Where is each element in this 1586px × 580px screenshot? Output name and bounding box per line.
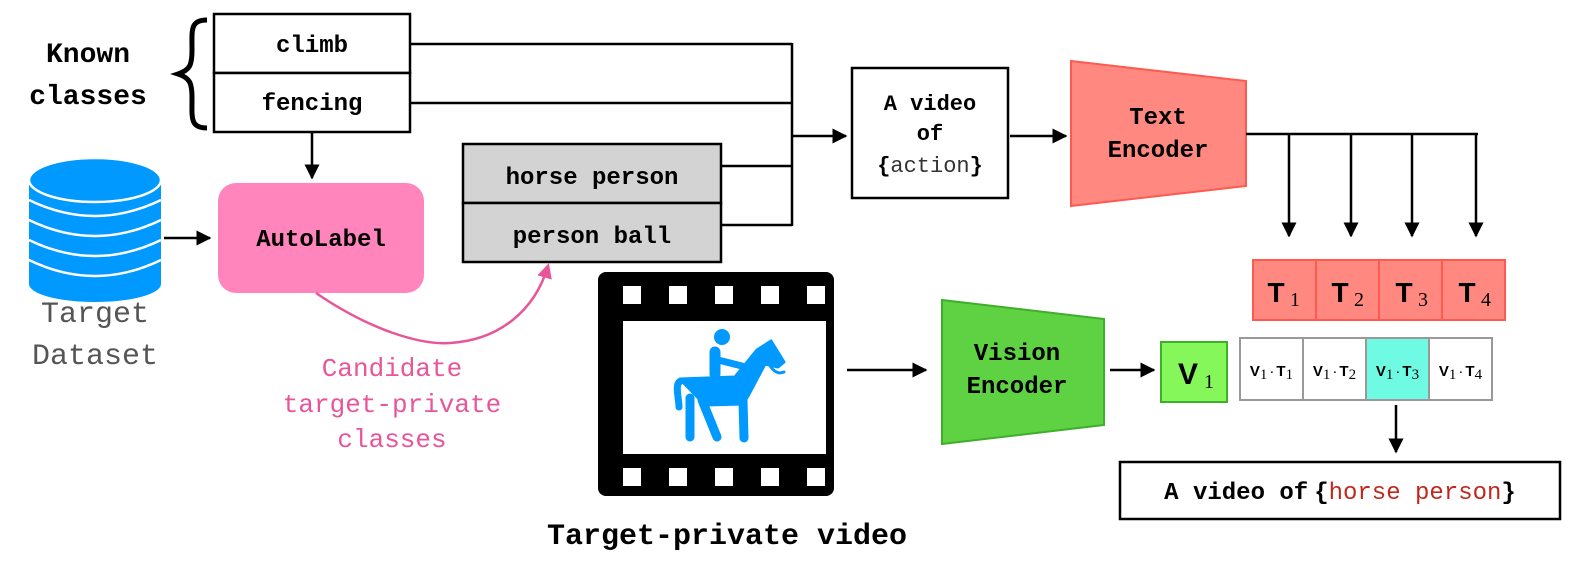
similarity-cell-2: V1 · T2 [1302,337,1367,401]
prompt-close-brace: } [970,154,983,179]
similarity-cell-4: V1 · T4 [1428,337,1493,401]
prompt-placeholder: action [890,154,969,179]
candidate-caption-line3: classes [337,425,446,455]
known-class-climb: climb [276,33,348,60]
vision-encoder-block [941,298,1105,446]
candidate-caption-line1: Candidate [322,354,462,384]
text-encoder-block [1070,59,1247,208]
vision-embedding-v1: V 1 [1160,341,1228,403]
result-close-brace: } [1501,480,1515,507]
prompt-template-line1: A video [884,92,976,117]
vision-encoder-label-line1: Vision [974,341,1060,368]
svg-text:3: 3 [1418,289,1428,311]
svg-text:1: 1 [1204,371,1214,393]
svg-text:T: T [1395,277,1412,308]
text-encoder-fanout [1246,132,1484,238]
known-classes-label-line2: classes [29,82,147,113]
autolabel-label: AutoLabel [256,227,386,254]
text-embedding-t4: T 4 [1441,259,1506,321]
known-class-fencing: fencing [262,91,363,118]
text-embedding-t2: T 2 [1315,259,1380,321]
text-encoder-label-line2: Encoder [1108,138,1209,165]
svg-text:T: T [1458,277,1475,308]
target-private-video-icon [598,272,834,496]
text-embedding-t3: T 3 [1378,259,1443,321]
svg-text:T: T [1267,277,1284,308]
text-embedding-t1: T 1 [1252,259,1317,321]
diagram: Known classes climb fencing Target Datas… [27,12,1562,554]
prompt-open-brace: { [877,154,890,179]
database-icon [27,156,163,302]
target-dataset-label-line1: Target [41,298,149,332]
known-classes-group: Known classes climb fencing [29,12,412,134]
candidate-caption-line2: target-private [283,390,501,420]
candidate-class-person-ball: person ball [513,224,671,251]
result-text: A video of {horse person} [1164,480,1516,507]
svg-text:4: 4 [1481,289,1491,311]
prompt-template-line2: of [917,122,943,147]
vision-encoder-label-line2: Encoder [967,374,1068,401]
candidate-classes-group: horse person person ball [461,142,723,264]
text-encoder-label-line1: Text [1129,105,1187,132]
target-dataset-label-line2: Dataset [32,340,158,374]
result-value: horse person [1329,480,1502,507]
result-prefix: A video of [1164,480,1308,507]
result-open-brace: { [1314,480,1328,507]
text-embeddings-row: T 1 T 2 T 3 T 4 [1252,259,1506,321]
svg-text:V: V [1178,358,1198,391]
prompt-template-line3: {action} [877,154,983,179]
video-caption: Target-private video [547,520,907,554]
svg-text:1: 1 [1290,289,1300,311]
candidate-class-horse-person: horse person [506,165,679,192]
similarity-cell-3: V1 · T3 [1365,337,1430,401]
curly-brace-icon [170,17,208,131]
known-classes-label-line1: Known [46,40,130,71]
similarity-cell-1: V1 · T1 [1239,337,1304,401]
svg-text:2: 2 [1354,289,1364,311]
svg-text:T: T [1331,277,1348,308]
similarity-row: V1 · T1 V1 · T2 V1 · T3 V1 · T4 [1239,337,1493,401]
